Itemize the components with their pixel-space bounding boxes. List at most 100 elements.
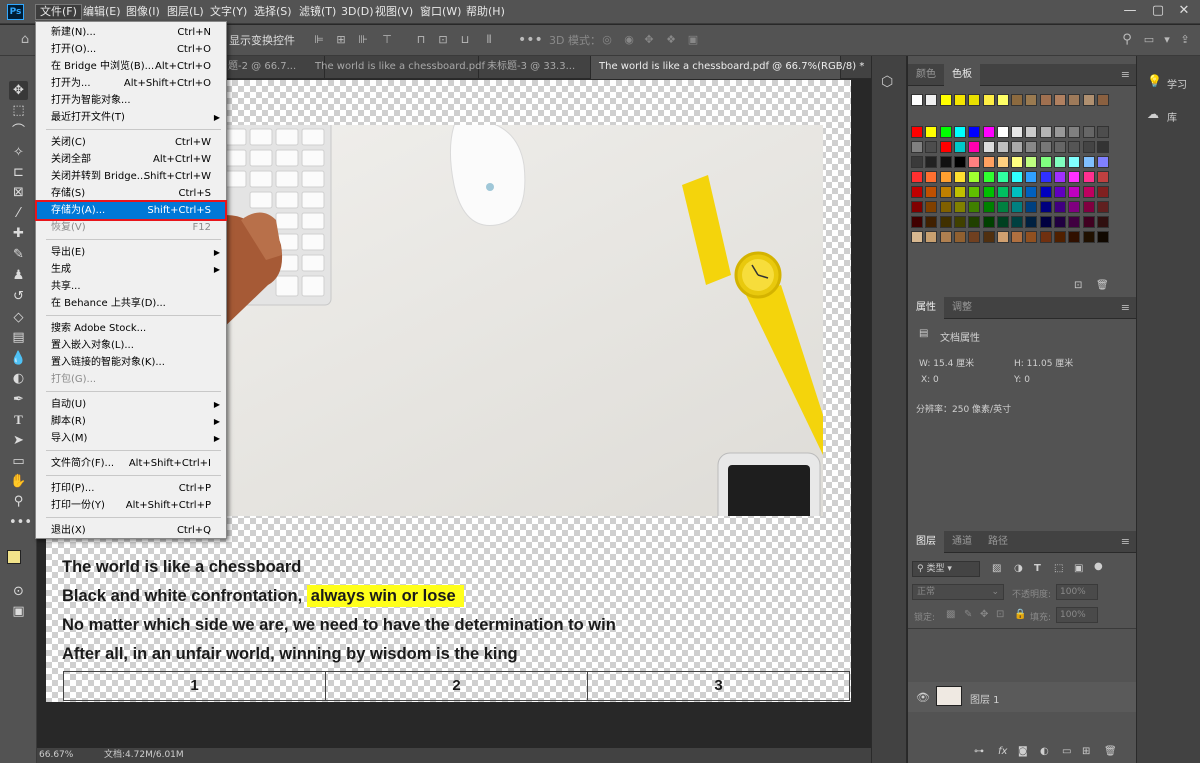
menu-item[interactable]: 窗口(W) (416, 4, 465, 20)
color-swatch[interactable] (953, 171, 966, 183)
color-swatch[interactable] (1011, 156, 1024, 168)
search-icon[interactable]: ⚲ (1120, 33, 1134, 47)
color-swatch[interactable] (1054, 141, 1066, 153)
color-swatch[interactable] (996, 171, 1009, 183)
color-swatch[interactable] (1082, 94, 1095, 106)
file-menu-item[interactable]: 生成 ▶ (37, 261, 225, 278)
tab-untitled-3[interactable]: 未标题-3 @ 33.3... (479, 56, 591, 79)
color-swatch[interactable] (911, 231, 923, 243)
color-swatch[interactable] (1068, 201, 1081, 213)
file-menu-item[interactable]: 置入链接的智能对象(K)... (37, 354, 225, 371)
color-swatch[interactable] (1039, 216, 1052, 228)
color-swatch[interactable] (1039, 141, 1052, 153)
delete-swatch-icon[interactable]: 🗑 (1096, 280, 1109, 291)
blur-tool-icon[interactable]: 💧 (9, 349, 28, 368)
color-swatch[interactable] (1096, 156, 1109, 168)
color-swatch[interactable] (1039, 156, 1052, 168)
color-swatch[interactable] (1025, 186, 1038, 198)
color-swatch[interactable] (1068, 94, 1081, 106)
file-menu-item[interactable]: 最近打开文件(T) ▶ (37, 109, 225, 126)
file-menu-item[interactable]: 文件简介(F)... Alt+Shift+Ctrl+I (37, 455, 225, 472)
color-swatch[interactable] (968, 186, 981, 198)
gradient-tool-icon[interactable]: ▤ (9, 328, 28, 347)
color-swatch[interactable] (1096, 186, 1109, 198)
color-swatch[interactable] (996, 186, 1009, 198)
distribute-bottom-icon[interactable]: ⊔ (458, 33, 472, 47)
distribute-middle-icon[interactable]: ⊡ (436, 33, 450, 47)
fill-input[interactable]: 100% (1056, 607, 1098, 623)
color-swatch[interactable] (1082, 141, 1095, 153)
color-swatch[interactable] (982, 201, 995, 213)
layer-name[interactable]: 图层 1 (970, 691, 1000, 706)
healing-brush-icon[interactable]: ✚ (9, 224, 28, 243)
color-swatch[interactable] (925, 156, 938, 168)
color-swatch[interactable] (1025, 201, 1038, 213)
color-swatch[interactable] (1039, 126, 1052, 138)
share-icon[interactable]: ⇪ (1178, 33, 1192, 47)
color-swatch[interactable] (911, 186, 923, 198)
filter-pixel-icon[interactable]: ▨ (992, 563, 1001, 574)
file-menu-item[interactable]: 自动(U) ▶ (37, 396, 225, 413)
marquee-tool-icon[interactable]: ⬚ (9, 101, 28, 120)
scale-3d-icon[interactable]: ▣ (686, 33, 700, 47)
file-menu-item[interactable]: 存储为(A)... Shift+Ctrl+S (35, 200, 227, 221)
file-menu-item[interactable]: 导出(E) ▶ (37, 244, 225, 261)
3d-panel-icon[interactable]: ⬡ (881, 74, 893, 90)
eyedropper-icon[interactable]: ⁄ (9, 204, 28, 223)
menu-item[interactable]: 图层(L) (163, 4, 208, 20)
file-menu-item[interactable]: 共享... (37, 278, 225, 295)
zoom-tool-icon[interactable]: ⚲ (9, 492, 28, 511)
pan-3d-icon[interactable]: ✥ (642, 33, 656, 47)
layer-style-icon[interactable]: fx (998, 746, 1007, 757)
color-swatch[interactable] (911, 171, 923, 183)
stamp-tool-icon[interactable]: ♟ (9, 266, 28, 285)
quick-mask-icon[interactable]: ⊙ (9, 582, 28, 601)
color-swatch[interactable] (1054, 216, 1066, 228)
orbit-3d-icon[interactable]: ◎ (600, 33, 614, 47)
more-options-icon[interactable]: ••• (518, 33, 543, 47)
color-swatch[interactable] (982, 231, 995, 243)
color-swatch[interactable] (1039, 231, 1052, 243)
color-swatch[interactable] (1082, 186, 1095, 198)
file-menu-item[interactable]: 关闭并转到 Bridge... Shift+Ctrl+W (37, 168, 225, 185)
filter-type-icon[interactable]: T (1034, 563, 1041, 574)
color-swatch[interactable] (953, 216, 966, 228)
menu-item[interactable]: 文字(Y) (206, 4, 251, 20)
color-swatch[interactable] (911, 156, 923, 168)
tab-chessboard-pdf[interactable]: The world is like a chessboard.pdf (307, 56, 485, 79)
hand-tool-icon[interactable]: ✋ (9, 472, 28, 491)
color-swatch[interactable] (982, 126, 995, 138)
color-swatch[interactable] (925, 94, 938, 106)
color-swatch[interactable] (1082, 171, 1095, 183)
color-swatch[interactable] (1054, 231, 1066, 243)
color-swatch[interactable] (1068, 186, 1081, 198)
color-swatch[interactable] (925, 186, 938, 198)
screen-mode-icon[interactable]: ▣ (9, 602, 28, 621)
color-swatch[interactable] (1096, 231, 1109, 243)
color-swatch[interactable] (982, 156, 995, 168)
color-swatch[interactable] (968, 126, 981, 138)
new-group-icon[interactable]: ⊡ (1074, 280, 1082, 291)
color-swatch[interactable] (1096, 171, 1109, 183)
color-swatch[interactable] (1039, 171, 1052, 183)
show-transform-controls-label[interactable]: 显示变换控件 (229, 32, 295, 49)
color-swatch[interactable] (982, 171, 995, 183)
color-swatch[interactable] (1025, 231, 1038, 243)
color-swatch[interactable] (911, 126, 923, 138)
file-menu-item[interactable]: 置入嵌入对象(L)... (37, 337, 225, 354)
color-swatch[interactable] (1025, 126, 1038, 138)
color-swatch[interactable] (953, 231, 966, 243)
adjustment-layer-icon[interactable]: ◐ (1040, 746, 1049, 757)
close-window-button[interactable]: ✕ (1174, 2, 1194, 20)
minimize-button[interactable]: — (1120, 2, 1140, 20)
new-layer-icon[interactable]: ⊞ (1082, 746, 1090, 757)
color-swatch[interactable] (1011, 141, 1024, 153)
color-swatch[interactable] (1054, 94, 1066, 106)
color-swatch[interactable] (1011, 186, 1024, 198)
color-swatch[interactable] (939, 171, 952, 183)
distribute-top-icon[interactable]: ⊓ (414, 33, 428, 47)
color-swatch[interactable] (1054, 186, 1066, 198)
color-swatch[interactable] (1039, 94, 1052, 106)
workspace-icon[interactable]: ▭ (1142, 33, 1156, 47)
color-swatch[interactable] (1025, 141, 1038, 153)
